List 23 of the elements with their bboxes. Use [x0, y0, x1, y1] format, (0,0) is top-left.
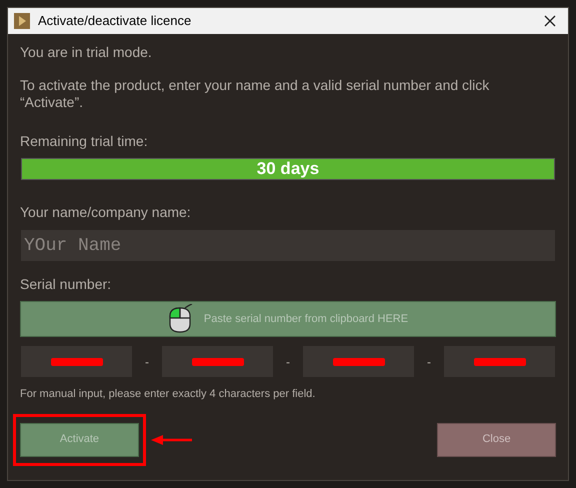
arrow-icon	[151, 434, 193, 444]
separator-text: -	[286, 354, 290, 370]
separator-text: -	[145, 354, 149, 370]
close-dialog-button[interactable]: Close	[437, 422, 556, 456]
mouse-icon	[168, 304, 194, 334]
serial-field[interactable]	[443, 345, 556, 378]
trial-label: Remaining trial time:	[20, 132, 149, 151]
name-label: Your name/company name:	[20, 203, 192, 222]
hint-text: For manual input, please enter exactly 4 characters per field.	[20, 387, 316, 402]
activate-button[interactable]: Activate	[20, 422, 139, 456]
serial-label: Serial number:	[20, 275, 112, 294]
paste-button[interactable]: Paste serial number from clipboard HERE	[20, 301, 556, 337]
trial-reading: 30 days	[256, 159, 320, 179]
serial-field[interactable]	[20, 345, 133, 378]
name-field[interactable]: YOur Name	[20, 229, 556, 262]
close-icon	[544, 15, 556, 27]
separator-text: -	[427, 354, 431, 370]
instructions-text: To activate the product, enter your name and a valid serial number and click “Activate”.	[20, 77, 490, 111]
window-title: Activate/deactivate licence	[38, 12, 192, 30]
serial-field[interactable]	[302, 345, 415, 378]
serial-field[interactable]	[161, 345, 274, 378]
app-icon	[14, 13, 30, 29]
intro-text: You are in trial mode.	[20, 43, 153, 62]
